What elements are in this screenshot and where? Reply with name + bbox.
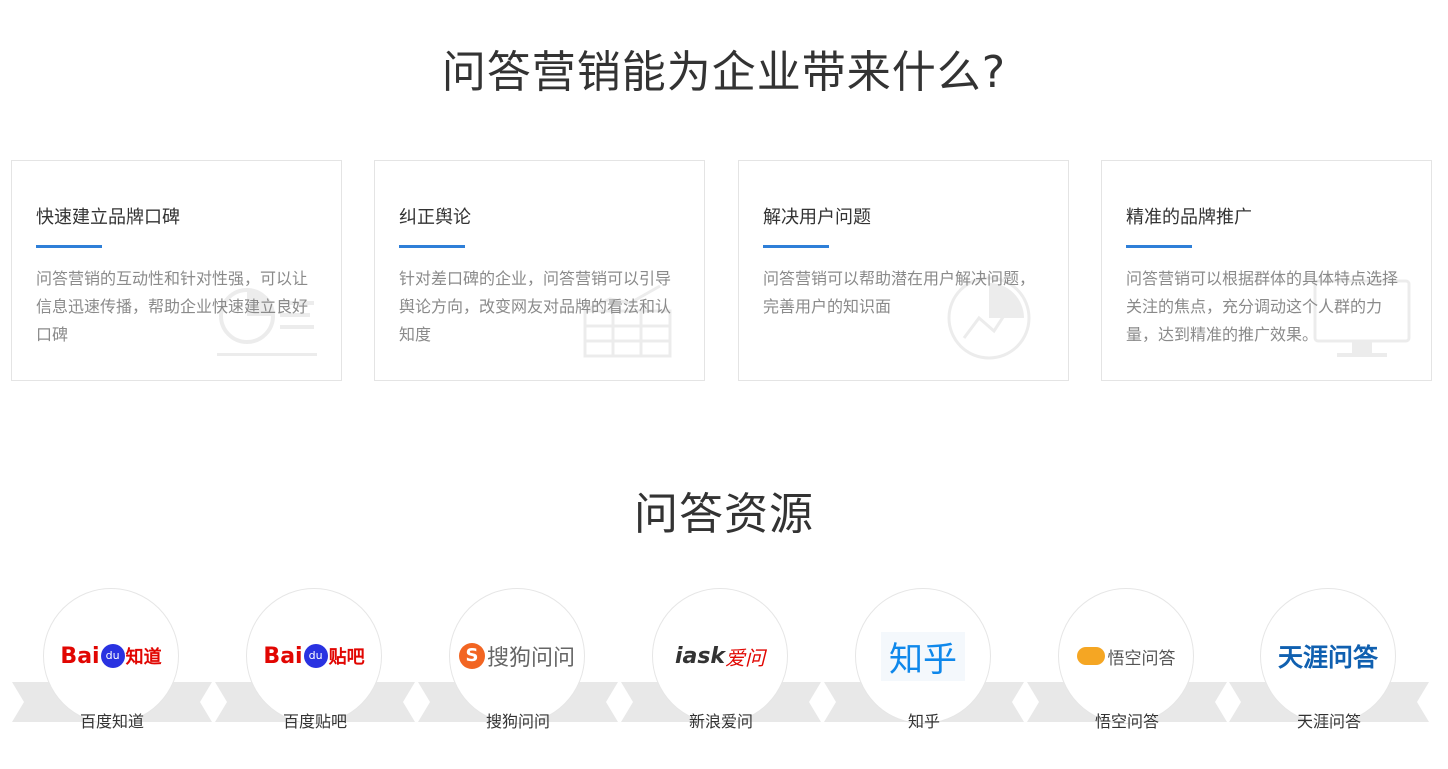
card-description: 问答营销可以帮助潜在用户解决问题，完善用户的知识面 <box>763 269 1036 316</box>
logo-text: Bai <box>263 643 303 669</box>
resource-wukong-wenda[interactable]: 悟空问答 悟空问答 <box>1027 588 1227 738</box>
section-title-resources: 问答资源 <box>634 489 814 540</box>
cloud-icon <box>1076 647 1105 665</box>
baidu-tieba-logo: Bai du 贴吧 <box>246 588 382 724</box>
logo-text: Bai <box>60 643 100 669</box>
logo-text: iask <box>674 643 726 669</box>
resource-name: 百度知道 <box>79 712 144 731</box>
resource-name: 知乎 <box>907 712 940 731</box>
resource-sina-iask[interactable]: iask 爱问 新浪爱问 <box>621 588 821 738</box>
zhihu-logo: 知乎 <box>855 588 991 724</box>
paw-icon: du <box>303 644 328 668</box>
paw-icon: du <box>100 644 125 668</box>
wukong-wenda-logo: 悟空问答 <box>1058 588 1194 724</box>
resource-baidu-zhidao[interactable]: Bai du 知道 百度知道 <box>12 588 212 738</box>
card-accent-line <box>36 245 102 248</box>
benefit-card-word-of-mouth: 快速建立品牌口碑 问答营销的互动性和针对性强，可以让信息迅速传播，帮助企业快速建… <box>11 160 342 381</box>
logo-text: 知乎 <box>881 631 965 681</box>
resource-name: 搜狗问问 <box>485 712 550 731</box>
card-accent-line <box>763 245 829 248</box>
logo-text: 搜狗问问 <box>486 646 575 671</box>
card-description: 问答营销的互动性和针对性强，可以让信息迅速传播，帮助企业快速建立良好口碑 <box>36 269 309 344</box>
card-title: 精准的品牌推广 <box>1126 207 1252 228</box>
resource-sogou-wenwen[interactable]: S 搜狗问问 搜狗问问 <box>418 588 618 738</box>
card-title: 纠正舆论 <box>399 207 471 228</box>
logo-text: 贴吧 <box>328 647 365 668</box>
logo-text: 知道 <box>125 647 162 668</box>
resource-tianya-wenda[interactable]: 天涯问答 天涯问答 <box>1229 588 1429 738</box>
card-title: 解决用户问题 <box>763 207 871 228</box>
sogou-s-icon: S <box>458 643 485 669</box>
benefit-card-precise-promotion: 精准的品牌推广 问答营销可以根据群体的具体特点选择关注的焦点，充分调动这个人群的… <box>1101 160 1432 381</box>
resource-name: 天涯问答 <box>1296 712 1361 731</box>
benefit-card-solve-problems: 解决用户问题 问答营销可以帮助潜在用户解决问题，完善用户的知识面 <box>738 160 1069 381</box>
resource-zhihu[interactable]: 知乎 知乎 <box>824 588 1024 738</box>
sogou-wenwen-logo: S 搜狗问问 <box>449 588 585 724</box>
card-description: 针对差口碑的企业，问答营销可以引导舆论方向，改变网友对品牌的看法和认知度 <box>399 269 672 344</box>
card-accent-line <box>1126 245 1192 248</box>
logo-text: 爱问 <box>725 645 766 670</box>
sina-iask-logo: iask 爱问 <box>652 588 788 724</box>
logo-text: 悟空问答 <box>1107 648 1176 669</box>
resource-baidu-tieba[interactable]: Bai du 贴吧 百度贴吧 <box>215 588 415 738</box>
card-accent-line <box>399 245 465 248</box>
logo-text: 天涯问答 <box>1277 643 1378 672</box>
card-description: 问答营销可以根据群体的具体特点选择关注的焦点，充分调动这个人群的力量，达到精准的… <box>1126 269 1399 344</box>
baidu-zhidao-logo: Bai du 知道 <box>43 588 179 724</box>
card-title: 快速建立品牌口碑 <box>36 207 180 228</box>
resource-name: 新浪爱问 <box>688 712 753 731</box>
resource-name: 百度贴吧 <box>282 712 347 731</box>
section-title-benefits: 问答营销能为企业带来什么? <box>441 47 1007 98</box>
benefit-card-public-opinion: 纠正舆论 针对差口碑的企业，问答营销可以引导舆论方向，改变网友对品牌的看法和认知… <box>374 160 705 381</box>
resource-name: 悟空问答 <box>1094 712 1159 731</box>
tianya-wenda-logo: 天涯问答 <box>1260 588 1396 724</box>
